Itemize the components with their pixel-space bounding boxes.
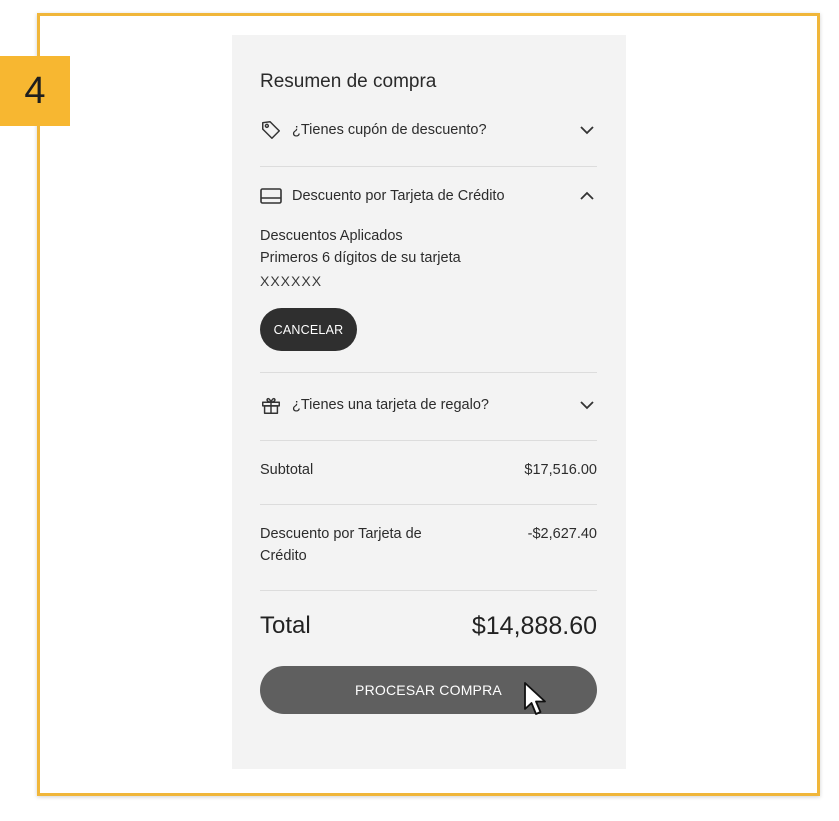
subtotal-label: Subtotal — [260, 462, 314, 478]
subtotal-value: $17,516.00 — [524, 462, 597, 478]
divider — [260, 372, 597, 373]
divider — [260, 590, 597, 591]
gift-card-label: ¿Tienes una tarjeta de regalo? — [292, 397, 489, 413]
chevron-down-icon[interactable] — [577, 120, 597, 140]
mouse-cursor-icon — [523, 681, 549, 717]
discount-row: Descuento por Tarjeta de Crédito -$2,627… — [260, 523, 597, 567]
card-digits-label: Primeros 6 dígitos de su tarjeta — [260, 250, 461, 266]
coupon-label: ¿Tienes cupón de descuento? — [292, 122, 487, 138]
gift-card-accordion[interactable]: ¿Tienes una tarjeta de regalo? — [260, 393, 597, 417]
card-digits-value: XXXXXX — [260, 273, 323, 289]
chevron-down-icon[interactable] — [577, 395, 597, 415]
cancel-button[interactable]: CANCELAR — [260, 308, 357, 351]
divider — [260, 166, 597, 167]
subtotal-row: Subtotal $17,516.00 — [260, 459, 597, 481]
purchase-summary-panel: Resumen de compra ¿Tienes cupón de descu… — [232, 35, 626, 769]
credit-card-icon — [260, 184, 286, 208]
gift-icon — [260, 393, 286, 417]
credit-card-label: Descuento por Tarjeta de Crédito — [292, 188, 505, 204]
divider — [260, 440, 597, 441]
total-row: Total $14,888.60 — [260, 609, 597, 643]
total-value: $14,888.60 — [471, 611, 597, 640]
credit-card-accordion[interactable]: Descuento por Tarjeta de Crédito — [260, 184, 597, 208]
credit-card-details: Descuentos Aplicados Primeros 6 dígitos … — [260, 225, 597, 293]
tag-icon — [260, 118, 286, 142]
chevron-up-icon[interactable] — [577, 186, 597, 206]
discount-label: Descuento por Tarjeta de Crédito — [260, 526, 422, 564]
cancel-button-wrap: CANCELAR — [260, 308, 597, 351]
discount-value: -$2,627.40 — [527, 526, 597, 542]
total-label: Total — [260, 612, 311, 639]
discounts-applied-label: Descuentos Aplicados — [260, 228, 403, 244]
coupon-accordion[interactable]: ¿Tienes cupón de descuento? — [260, 118, 597, 142]
summary-title: Resumen de compra — [260, 71, 437, 92]
divider — [260, 504, 597, 505]
step-badge: 4 — [0, 56, 70, 126]
